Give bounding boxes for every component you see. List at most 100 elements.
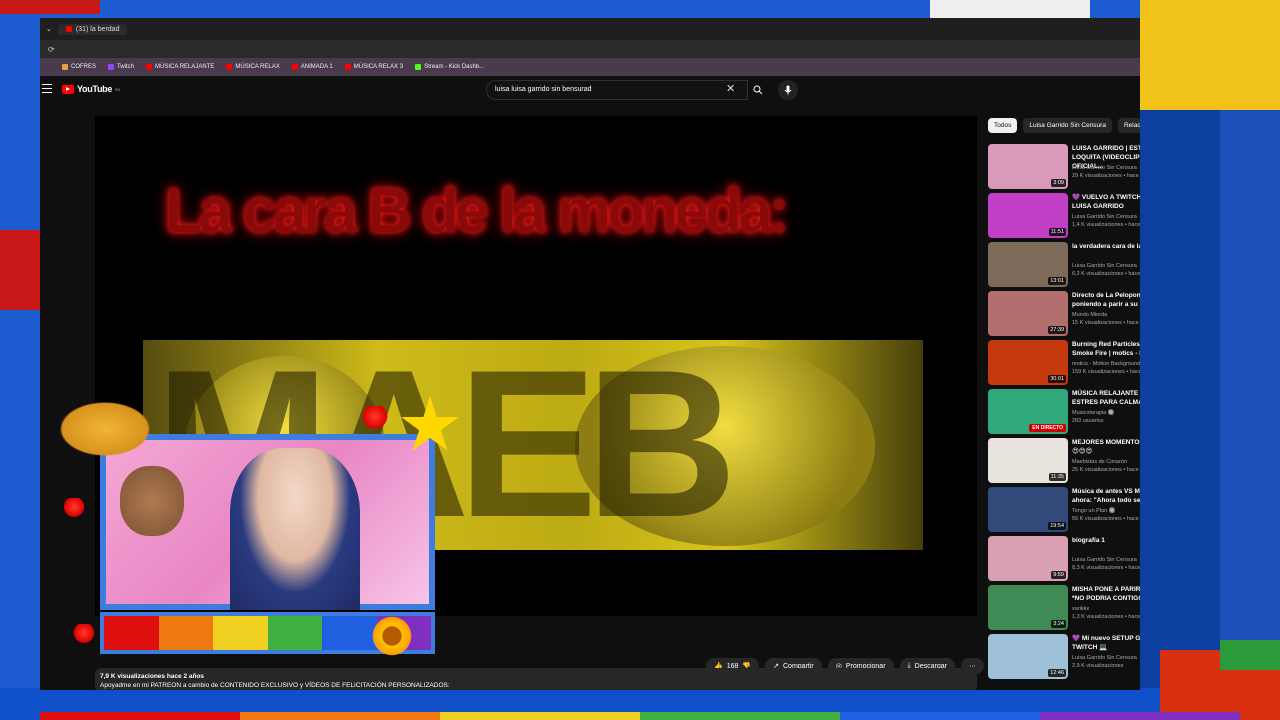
filter-chip[interactable]: Todos [988, 118, 1018, 133]
video-thumbnail[interactable]: 12:46 [988, 634, 1068, 679]
video-title[interactable]: la verdadera cara de la maeb [1072, 242, 1140, 251]
channel-name[interactable]: motics - Motion Backgrounds [1072, 360, 1140, 368]
views-age: 283 usuarios [1072, 418, 1104, 424]
video-thumbnail[interactable]: 9:59 [988, 536, 1068, 581]
video-title[interactable]: MEJORES MOMENTOS MAEB 😍😍😍 [1072, 438, 1140, 456]
recommended-video[interactable]: 9:59 biografía 1 Luisa Garrido Sin Censura… [988, 536, 1140, 582]
rainbow-segment [640, 712, 840, 720]
video-meta: Luisa Garrido Sin Censura 6,2 K visualiza… [1072, 262, 1140, 278]
recommended-video[interactable]: 27:39 Directo de La Pelopony poniendo a p… [988, 291, 1140, 337]
video-title[interactable]: 💜 Mi nuevo SETUP GAMING de TWITCH 💻 [1072, 634, 1140, 652]
channel-name[interactable]: Luisa Garrido Sin Censura [1072, 654, 1140, 662]
rainbow-segment [1040, 712, 1240, 720]
video-title[interactable]: Burning Red Particles and Smoke Fire | m… [1072, 340, 1140, 358]
views-age: 56 K visualizaciones • hace 7 días [1072, 516, 1140, 522]
video-title[interactable]: biografía 1 [1072, 536, 1140, 545]
rainbow-segment [322, 616, 377, 650]
webcam-overlay [50, 396, 459, 658]
recommended-video[interactable]: 13:01 la verdadera cara de la maeb Luisa G… [988, 242, 1140, 288]
bookmark-item[interactable]: COFRES [62, 64, 96, 70]
video-meta: motics - Motion Backgrounds 159 K visuali… [1072, 360, 1140, 376]
video-description[interactable]: 7,9 K visualizaciones hace 2 años Apoyad… [95, 668, 977, 690]
tab-title: (31) la berdad [75, 25, 120, 33]
channel-name[interactable]: varikkx [1072, 605, 1140, 613]
streamer [230, 448, 360, 610]
duration-badge: 19:54 [1048, 522, 1066, 530]
recommended-video[interactable]: EN DIRECTO MÚSICA RELAJANTE ANTI ESTRES P… [988, 389, 1140, 435]
recommended-video[interactable]: 3:24 MISHA PONE A PARIR A MAEB *NO PODRIA… [988, 585, 1140, 631]
duration-badge: 27:39 [1048, 326, 1066, 334]
video-title[interactable]: MÚSICA RELAJANTE ANTI ESTRES PARA CALMAR… [1072, 389, 1140, 407]
video-thumbnail[interactable]: 11:35 [988, 438, 1068, 483]
pokeball-icon [360, 406, 390, 432]
close-icon[interactable]: ✕ [726, 82, 735, 95]
address-bar[interactable]: ⟳ [40, 40, 1140, 58]
rainbow-segment [158, 616, 213, 650]
chevron-down-icon[interactable]: ⌄ [46, 25, 52, 33]
search-input[interactable]: luisa luisa garrido sin bensurad [486, 80, 748, 100]
channel-name[interactable]: Luisa Garrido Sin Censura [1072, 164, 1140, 172]
video-thumbnail[interactable]: 11:51 [988, 193, 1068, 238]
filter-chip[interactable]: Relacionad [1117, 118, 1140, 133]
channel-name[interactable]: Tengo un Plan 🔘 [1072, 507, 1140, 515]
views-age: 159 K visualizaciones • hace 6 años [1072, 369, 1140, 375]
recommended-video[interactable]: 3:09LUISA GARRIDO | ESTÁS LOQUITA (VIDEO… [988, 144, 1140, 190]
video-thumbnail[interactable]: 27:39 [988, 291, 1068, 336]
recommended-video[interactable]: 19:54 Música de antes VS Música de ahora:… [988, 487, 1140, 533]
bookmark-icon [62, 64, 68, 70]
video-meta: Mundo Mierda 15 K visualizaciones • hace … [1072, 311, 1140, 327]
description-text: Apoyadme en mi PATREON a cambio de CONTE… [100, 682, 450, 689]
views-age: 8,3 K visualizaciones • hace 4 años [1072, 565, 1140, 571]
rainbow-segment [240, 712, 440, 720]
video-thumbnail[interactable]: 3:24 [988, 585, 1068, 630]
video-thumbnail[interactable]: 3:09 [988, 144, 1068, 189]
duration-badge: 30:01 [1048, 375, 1066, 383]
video-title[interactable]: Directo de La Pelopony poniendo a parir … [1072, 291, 1140, 309]
rainbow-segment [267, 616, 322, 650]
duration-badge: 11:51 [1048, 228, 1066, 236]
video-thumbnail[interactable]: 19:54 [988, 487, 1068, 532]
video-thumbnail[interactable]: 13:01 [988, 242, 1068, 287]
tab-strip: ⌄ (31) la berdad [40, 18, 1140, 40]
youtube-logo[interactable]: YouTube ES [62, 84, 120, 94]
bookmark-item[interactable]: MÚSICA RELAJANTE [146, 64, 214, 70]
video-title[interactable]: MISHA PONE A PARIR A MAEB *NO PODRIA CON… [1072, 585, 1140, 603]
recommended-video[interactable]: 12:46 💜 Mi nuevo SETUP GAMING de TWITCH 💻… [988, 634, 1140, 680]
youtube-header: YouTube ES luisa luisa garrido sin bensu… [40, 76, 1140, 106]
video-title[interactable]: 💜 VUELVO A TWITCH 💜 | LUISA GARRIDO [1072, 193, 1140, 211]
channel-name[interactable]: Mundo Mierda [1072, 311, 1140, 319]
search-button[interactable] [748, 80, 768, 100]
video-overlay-title: La cara B de la moneda: [165, 175, 789, 246]
channel-name[interactable]: Luisa Garrido Sin Censura [1072, 262, 1140, 270]
recommended-video[interactable]: 11:35 MEJORES MOMENTOS MAEB 😍😍😍 Maebistas … [988, 438, 1140, 484]
bookmark-icon [344, 64, 351, 70]
duration-badge: EN DIRECTO [1029, 424, 1066, 432]
channel-name[interactable]: Maebistas de Corazón [1072, 458, 1140, 466]
video-thumbnail[interactable]: EN DIRECTO [988, 389, 1068, 434]
channel-name[interactable]: Musicoterapia 🔘 [1072, 409, 1140, 417]
video-title[interactable]: Música de antes VS Música de ahora: "Aho… [1072, 487, 1140, 505]
channel-name[interactable]: Luisa Garrido Sin Censura [1072, 213, 1140, 221]
bookmark-label: MÚSICA RELAX 3 [353, 64, 404, 70]
recommended-video[interactable]: 11:51 💜 VUELVO A TWITCH 💜 | LUISA GARRIDO… [988, 193, 1140, 239]
voice-search-button[interactable] [778, 80, 798, 100]
views-age: 2,9 K visualizaciones [1072, 663, 1124, 669]
recommended-video[interactable]: 30:01 Burning Red Particles and Smoke Fir… [988, 340, 1140, 386]
browser-tab[interactable]: (31) la berdad [57, 23, 128, 35]
rainbow-segment [840, 712, 1040, 720]
views-age: 25 K visualizaciones • hace 2 años [1072, 467, 1140, 473]
bookmark-item[interactable]: Twitch [108, 64, 134, 70]
video-thumbnail[interactable]: 30:01 [988, 340, 1068, 385]
bookmark-item[interactable]: MÚSICA RELAX [226, 64, 280, 70]
bookmark-item[interactable]: ANIMADA 1 [291, 64, 333, 70]
filter-chip[interactable]: Luisa Garrido Sin Censura [1023, 118, 1112, 133]
bookmark-item[interactable]: Stream - Kick Dashb... [415, 64, 484, 70]
bookmark-label: MÚSICA RELAJANTE [155, 64, 215, 70]
hamburger-menu-icon[interactable] [42, 84, 52, 94]
bookmark-item[interactable]: MÚSICA RELAX 3 [344, 64, 404, 70]
bookmark-icon [146, 64, 153, 70]
reload-icon[interactable]: ⟳ [48, 45, 55, 54]
bookmark-label: COFRES [71, 64, 97, 70]
filter-chips: Todos Luisa Garrido Sin Censura Relacionad [988, 118, 1140, 133]
channel-name[interactable]: Luisa Garrido Sin Censura [1072, 556, 1140, 564]
